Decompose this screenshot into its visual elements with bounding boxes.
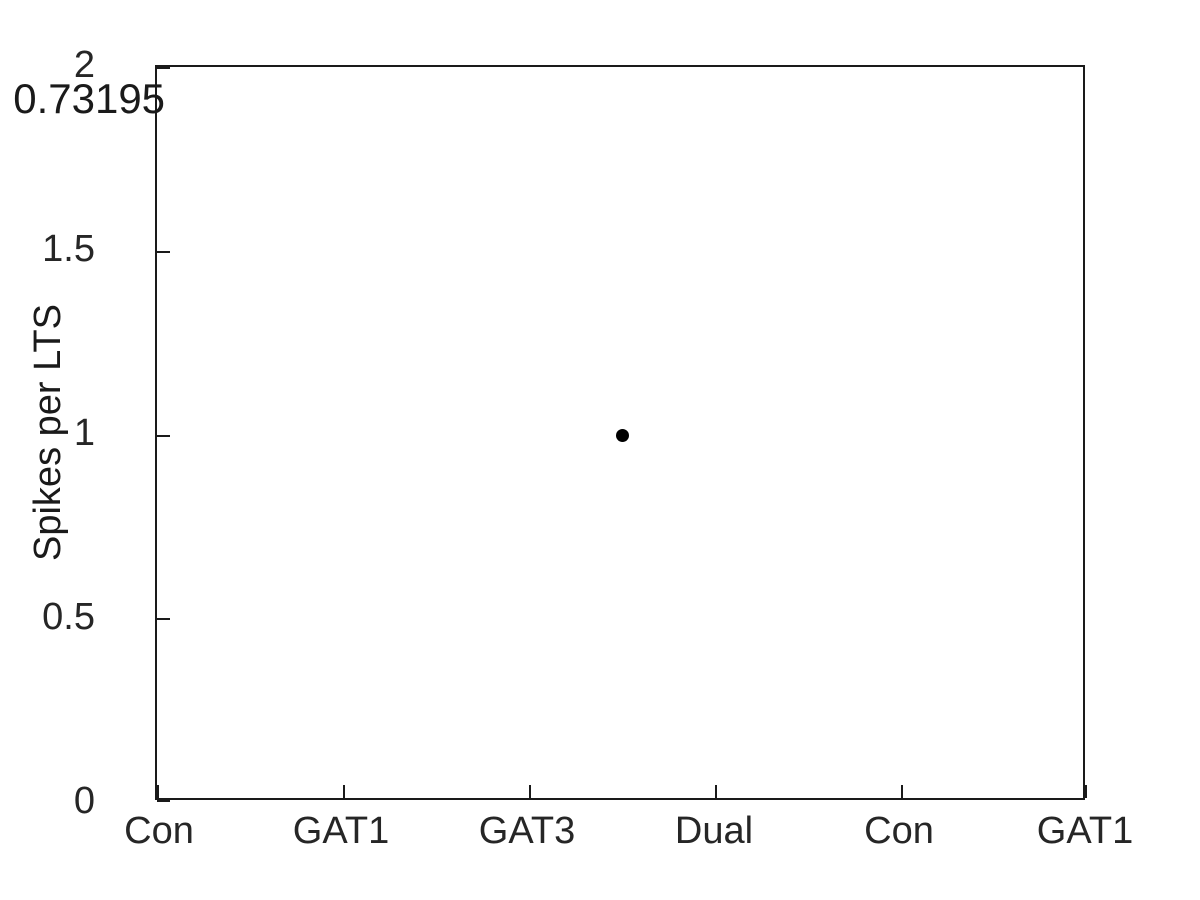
x-tick-mark-gat1-2 [1085,785,1087,798]
y-tick-mark-1 [157,435,170,437]
x-tick-mark-con-2 [901,785,903,798]
x-tick-label-gat1-2: GAT1 [1036,810,1134,852]
x-tick-label-gat3: GAT3 [478,810,576,852]
x-tick-mark-gat3 [529,785,531,798]
plot-area [155,65,1087,802]
x-tick-label-gat1-1: GAT1 [292,810,390,852]
y-tick-label-1_5: 1.5 [42,228,95,270]
data-point [615,428,629,442]
x-tick-label-dual: Dual [674,810,754,852]
x-tick-label-con-1: Con [124,810,194,852]
y-tick-mark-0 [157,800,170,802]
y-tick-mark-0_5 [157,618,170,620]
x-tick-mark-dual [715,785,717,798]
y-tick-label-0: 0 [73,780,95,822]
y-tick-label-1: 1 [73,412,95,454]
x-tick-label-con-2: Con [864,810,934,852]
y-tick-mark-1_5 [157,251,170,253]
x-tick-mark-con-1 [157,785,159,798]
y-tick-mark-2 [157,67,170,69]
x-tick-mark-gat1-1 [343,785,345,798]
y-tick-label-0_5: 0.5 [42,596,95,638]
plot-title: e = 0.73195 [0,75,166,122]
figure-canvas: Spikes per LTS 0 0.5 1 1.5 2 Con GAT1 GA… [0,0,1200,900]
